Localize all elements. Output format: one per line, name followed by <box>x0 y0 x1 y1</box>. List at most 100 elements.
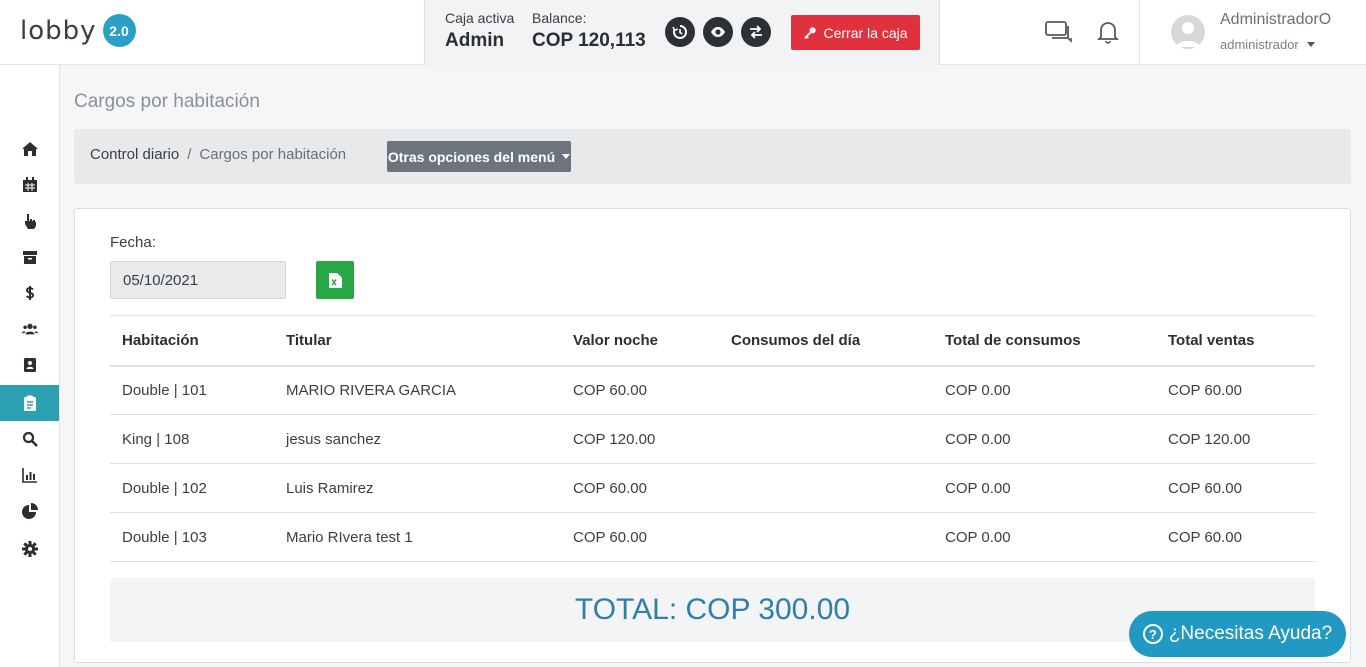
messages-button[interactable] <box>1045 20 1075 49</box>
cashbox-panel: Caja activa Admin Balance: COP 120,113 C… <box>424 0 940 65</box>
balance: Balance: COP 120,113 <box>532 10 646 52</box>
user-avatar-icon <box>1176 22 1200 47</box>
app-logo[interactable]: lobby 2.0 <box>20 14 136 47</box>
date-label: Fecha: <box>110 234 156 251</box>
user-menu[interactable]: AdministradorO administrador <box>1139 0 1366 65</box>
cell-total-sales: COP 120.00 <box>1156 414 1315 464</box>
exchange-icon <box>750 25 762 39</box>
sidebar-item-calendar[interactable] <box>0 167 59 203</box>
cell-holder: MARIO RIVERA GARCIA <box>274 365 561 415</box>
table-row: Double | 101 MARIO RIVERA GARCIA COP 60.… <box>110 365 1315 415</box>
view-button[interactable] <box>703 17 733 47</box>
column-header: Total de consumos <box>933 315 1156 367</box>
table-row: King | 108 jesus sanchez COP 120.00 COP … <box>110 414 1315 464</box>
column-header: Total ventas <box>1156 315 1315 367</box>
close-cashbox-label: Cerrar la caja <box>823 24 908 41</box>
cell-night-value: COP 60.00 <box>561 365 719 415</box>
cell-room: Double | 102 <box>110 463 274 513</box>
home-icon <box>21 142 38 156</box>
sidebar-item-statistics[interactable] <box>0 493 59 529</box>
active-cashbox-value: Admin <box>445 30 505 51</box>
cell-daily-consumption <box>719 463 933 513</box>
cell-daily-consumption <box>719 414 933 464</box>
users-icon <box>21 323 38 335</box>
sidebar-item-daily-control[interactable] <box>0 385 59 421</box>
dollar-icon <box>25 286 34 300</box>
top-header: lobby 2.0 Caja activa Admin Balance: COP… <box>0 0 1366 65</box>
column-header: Titular <box>274 315 561 367</box>
sidebar-item-pointer[interactable] <box>0 203 59 239</box>
table-row: Double | 102 Luis Ramirez COP 60.00 COP … <box>110 463 1315 513</box>
table-row: Double | 103 Mario RIvera test 1 COP 60.… <box>110 512 1315 562</box>
excel-file-icon <box>328 272 342 288</box>
sidebar <box>0 65 60 667</box>
cell-night-value: COP 120.00 <box>561 414 719 464</box>
column-header: Consumos del día <box>719 315 933 367</box>
column-header: Habitación <box>110 315 274 367</box>
cell-total-consumption: COP 0.00 <box>933 365 1156 415</box>
close-cashbox-button[interactable]: Cerrar la caja <box>791 15 920 50</box>
question-circle-icon: ? <box>1142 624 1163 644</box>
history-icon <box>672 24 687 39</box>
user-role[interactable]: administrador <box>1220 37 1315 52</box>
avatar <box>1171 15 1205 49</box>
column-header: Valor noche <box>561 315 719 367</box>
sidebar-item-guests[interactable] <box>0 311 59 347</box>
bell-icon <box>1096 22 1120 44</box>
breadcrumb-parent[interactable]: Control diario <box>90 146 179 163</box>
sidebar-item-settings[interactable] <box>0 531 59 567</box>
cell-total-consumption: COP 0.00 <box>933 512 1156 562</box>
calendar-icon <box>22 177 37 192</box>
cell-room: Double | 101 <box>110 365 274 415</box>
charges-table: Habitación Titular Valor noche Consumos … <box>110 315 1315 562</box>
sidebar-item-reports[interactable] <box>0 457 59 493</box>
active-cashbox: Caja activa Admin <box>445 10 514 52</box>
chevron-down-icon <box>1306 42 1315 47</box>
archive-icon <box>22 251 37 264</box>
logo-text: lobby <box>20 15 97 46</box>
help-button[interactable]: ? ¿Necesitas Ayuda? <box>1129 611 1346 657</box>
cell-room: King | 108 <box>110 414 274 464</box>
gear-icon <box>21 541 38 557</box>
breadcrumb-current: Cargos por habitación <box>199 146 347 163</box>
user-name: AdministradorO <box>1220 11 1332 28</box>
address-book-icon <box>23 358 36 372</box>
other-options-dropdown[interactable]: Otras opciones del menú <box>387 141 571 172</box>
help-label: ¿Necesitas Ayuda? <box>1168 623 1333 644</box>
search-icon <box>22 431 38 447</box>
breadcrumb: Control diario / Cargos por habitación <box>90 146 346 163</box>
date-value: 05/10/2021 <box>123 271 199 289</box>
page-title: Cargos por habitación <box>74 91 260 112</box>
cell-daily-consumption <box>719 365 933 415</box>
key-icon <box>804 26 817 39</box>
table-header-row: Habitación Titular Valor noche Consumos … <box>110 315 1315 367</box>
transfer-button[interactable] <box>741 17 771 47</box>
sidebar-item-finance[interactable] <box>0 275 59 311</box>
history-button[interactable] <box>665 17 695 47</box>
sidebar-item-archive[interactable] <box>0 239 59 275</box>
cell-total-sales: COP 60.00 <box>1156 463 1315 513</box>
active-cashbox-label: Caja activa <box>445 10 515 26</box>
cell-total-sales: COP 60.00 <box>1156 365 1315 415</box>
cell-holder: Mario RIvera test 1 <box>274 512 561 562</box>
sidebar-item-search[interactable] <box>0 421 59 457</box>
cell-night-value: COP 60.00 <box>561 463 719 513</box>
sidebar-item-contacts[interactable] <box>0 347 59 383</box>
balance-value: COP 120,113 <box>532 30 646 51</box>
version-badge: 2.0 <box>102 14 136 47</box>
export-excel-button[interactable] <box>316 261 354 299</box>
pie-chart-icon <box>21 503 38 519</box>
sidebar-item-home[interactable] <box>0 131 59 167</box>
user-role-label: administrador <box>1220 37 1299 52</box>
hand-pointer-icon <box>24 214 36 229</box>
cell-room: Double | 103 <box>110 512 274 562</box>
other-options-label: Otras opciones del menú <box>387 148 556 165</box>
date-field[interactable]: 05/10/2021 <box>110 261 286 299</box>
notifications-button[interactable] <box>1096 19 1120 50</box>
clipboard-icon <box>23 395 36 411</box>
chat-icon <box>1045 21 1072 43</box>
cell-night-value: COP 60.00 <box>561 512 719 562</box>
chevron-down-icon <box>562 154 571 159</box>
cell-total-consumption: COP 0.00 <box>933 414 1156 464</box>
bar-chart-icon <box>21 468 37 483</box>
